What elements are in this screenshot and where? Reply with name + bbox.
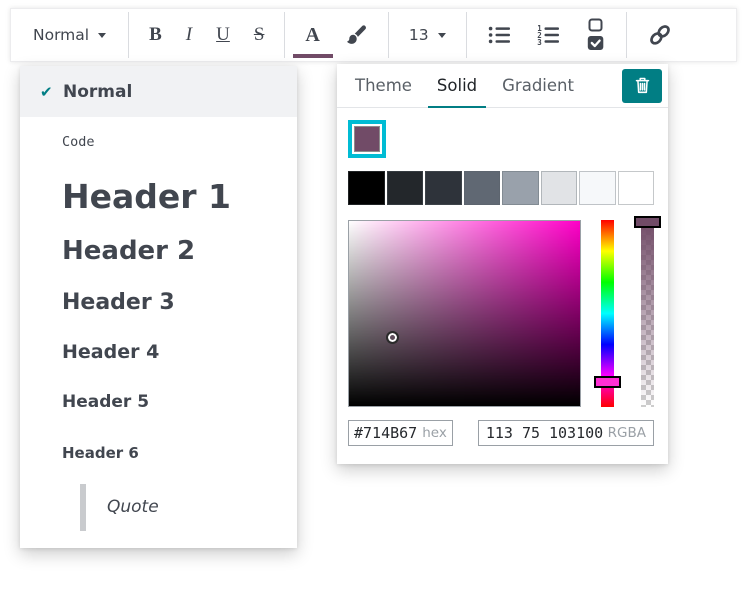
formatting-toolbar: Normal B I U S A bbox=[10, 8, 737, 62]
style-option-header3[interactable]: Header 3 bbox=[20, 277, 297, 327]
highlight-color-button[interactable] bbox=[332, 12, 380, 58]
style-option-label: Normal bbox=[63, 82, 132, 102]
gray-swatch-8[interactable] bbox=[618, 171, 655, 205]
style-option-label: Header 4 bbox=[62, 341, 159, 363]
toolbar-divider bbox=[466, 12, 467, 58]
saturation-cursor[interactable] bbox=[386, 331, 399, 344]
bold-label: B bbox=[149, 24, 162, 46]
tab-theme[interactable]: Theme bbox=[355, 64, 412, 107]
svg-text:3: 3 bbox=[537, 38, 542, 46]
tab-gradient[interactable]: Gradient bbox=[502, 64, 574, 107]
hex-label: hex bbox=[422, 425, 447, 441]
selected-color-fill bbox=[354, 126, 380, 152]
style-option-header2[interactable]: Header 2 bbox=[20, 225, 297, 277]
toolbar-divider bbox=[388, 12, 389, 58]
quote-bar bbox=[80, 484, 86, 531]
style-option-label: Header 3 bbox=[62, 290, 175, 315]
selected-color-swatch[interactable] bbox=[348, 120, 386, 158]
paragraph-style-dropdown[interactable]: Normal bbox=[19, 12, 120, 58]
style-option-label: Header 5 bbox=[62, 392, 149, 412]
style-option-header4[interactable]: Header 4 bbox=[20, 327, 297, 377]
style-option-quote[interactable]: Quote bbox=[20, 478, 297, 536]
font-size-dropdown[interactable]: 13 bbox=[397, 12, 458, 58]
grayscale-palette bbox=[348, 171, 654, 205]
toolbar-divider bbox=[626, 12, 627, 58]
check-icon: ✔ bbox=[40, 83, 57, 101]
style-option-label: Header 1 bbox=[62, 177, 231, 216]
gray-swatch-1[interactable] bbox=[348, 171, 385, 205]
chevron-down-icon bbox=[98, 33, 106, 38]
alpha-value: 100 bbox=[576, 424, 603, 442]
selected-color-inner-ring bbox=[352, 124, 382, 154]
current-color-bar bbox=[293, 54, 333, 58]
tab-label: Theme bbox=[355, 76, 412, 95]
font-size-value: 13 bbox=[409, 26, 429, 44]
tab-solid[interactable]: Solid bbox=[437, 64, 477, 107]
checklist-button[interactable] bbox=[573, 12, 618, 58]
hex-value: #714B67 bbox=[354, 424, 417, 442]
style-option-label: Header 6 bbox=[62, 444, 139, 462]
link-icon bbox=[647, 22, 673, 48]
italic-label: I bbox=[186, 24, 192, 46]
toolbar-divider bbox=[284, 12, 285, 58]
tab-label: Gradient bbox=[502, 76, 574, 95]
clear-color-button[interactable] bbox=[622, 69, 662, 103]
tab-label: Solid bbox=[437, 76, 477, 95]
style-option-normal[interactable]: ✔ Normal bbox=[20, 66, 297, 117]
color-value-inputs: #714B67 hex 113 75 103 100 RGBA bbox=[348, 420, 654, 446]
gray-swatch-7[interactable] bbox=[579, 171, 616, 205]
rgba-input[interactable]: 113 75 103 100 RGBA bbox=[478, 420, 654, 446]
picker-gradient-row bbox=[348, 220, 654, 407]
style-option-header1[interactable]: Header 1 bbox=[20, 167, 297, 225]
gray-swatch-6[interactable] bbox=[541, 171, 578, 205]
color-picker-popup: Theme Solid Gradient bbox=[337, 64, 668, 464]
paintbrush-icon bbox=[344, 23, 368, 47]
bullet-list-icon bbox=[487, 24, 512, 46]
style-option-header5[interactable]: Header 5 bbox=[20, 377, 297, 427]
hue-slider[interactable] bbox=[601, 220, 614, 407]
gray-swatch-5[interactable] bbox=[502, 171, 539, 205]
red-value: 113 bbox=[486, 424, 513, 442]
italic-button[interactable]: I bbox=[174, 12, 204, 58]
blue-value: 103 bbox=[549, 424, 576, 442]
numbered-list-icon: 123 bbox=[536, 24, 561, 46]
style-option-label: Header 2 bbox=[62, 236, 195, 266]
style-option-header6[interactable]: Header 6 bbox=[20, 427, 297, 478]
strikethrough-label: S bbox=[254, 24, 265, 46]
color-picker-body: #714B67 hex 113 75 103 100 RGBA bbox=[337, 108, 668, 446]
style-option-label: Quote bbox=[107, 497, 159, 517]
text-color-letter: A bbox=[305, 24, 319, 47]
hue-slider-handle[interactable] bbox=[594, 376, 621, 388]
hex-input[interactable]: #714B67 hex bbox=[348, 420, 453, 446]
color-picker-tabs: Theme Solid Gradient bbox=[337, 64, 668, 108]
gray-swatch-3[interactable] bbox=[425, 171, 462, 205]
style-option-label: Code bbox=[62, 134, 95, 150]
checklist-icon bbox=[585, 18, 606, 52]
green-value: 75 bbox=[522, 424, 540, 442]
paragraph-style-menu: ✔ Normal Code Header 1 Header 2 Header 3… bbox=[20, 66, 297, 548]
underline-label: U bbox=[216, 24, 230, 46]
numbered-list-button[interactable]: 123 bbox=[524, 12, 573, 58]
strikethrough-button[interactable]: S bbox=[242, 12, 277, 58]
bullet-list-button[interactable] bbox=[475, 12, 524, 58]
opacity-slider[interactable] bbox=[641, 220, 654, 407]
bold-button[interactable]: B bbox=[137, 12, 174, 58]
paragraph-style-label: Normal bbox=[33, 26, 89, 44]
saturation-brightness-area[interactable] bbox=[348, 220, 581, 407]
gray-swatch-4[interactable] bbox=[464, 171, 501, 205]
insert-link-button[interactable] bbox=[635, 12, 685, 58]
toolbar-divider bbox=[128, 12, 129, 58]
gray-swatch-2[interactable] bbox=[387, 171, 424, 205]
rgba-label: RGBA bbox=[608, 425, 646, 441]
editor-stage: Normal B I U S A bbox=[0, 0, 744, 603]
style-option-code[interactable]: Code bbox=[20, 117, 297, 167]
trash-icon bbox=[634, 75, 651, 98]
opacity-slider-handle[interactable] bbox=[634, 216, 661, 228]
underline-button[interactable]: U bbox=[204, 12, 242, 58]
text-color-button[interactable]: A bbox=[293, 12, 331, 58]
chevron-down-icon bbox=[438, 33, 446, 38]
